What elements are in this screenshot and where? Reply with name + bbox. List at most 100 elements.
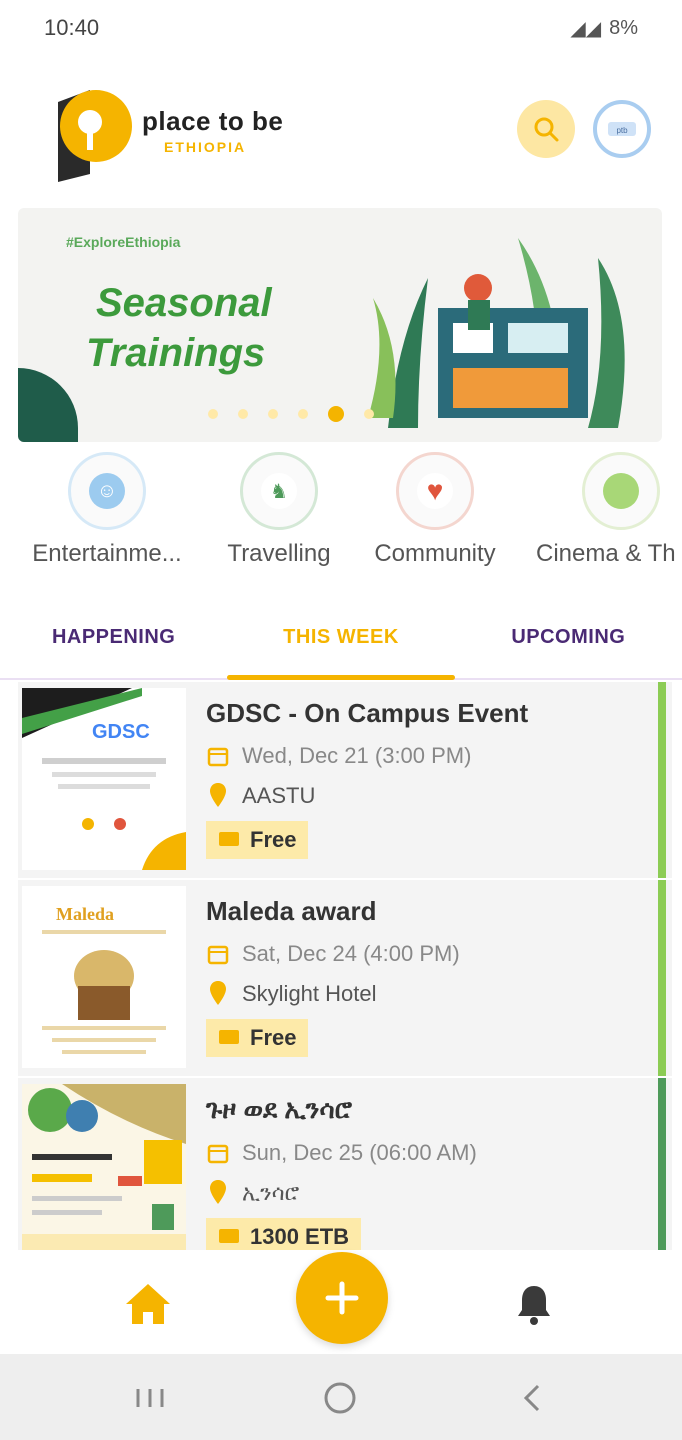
recent-apps-icon	[136, 1389, 164, 1407]
ticket-icon	[218, 827, 240, 853]
event-price: Free	[250, 827, 297, 852]
event-status-bar	[658, 1078, 666, 1250]
plus-icon	[325, 1281, 359, 1315]
event-list: GDSC GDSC - On Campus Event Wed, Dec 21 …	[18, 682, 672, 1250]
pagination-dot[interactable]	[364, 409, 374, 419]
event-title: Maleda award	[206, 896, 377, 926]
logo-title: place to be	[142, 106, 284, 136]
app-header: place to be ETHIOPIA ptb	[0, 70, 682, 190]
calendar-icon	[206, 1140, 230, 1166]
profile-avatar-button[interactable]: ptb	[593, 100, 651, 158]
tab-upcoming[interactable]: UPCOMING	[455, 596, 682, 678]
svg-text:Maleda: Maleda	[56, 904, 114, 924]
home-system-button[interactable]	[318, 1376, 362, 1420]
event-price-badge: Free	[206, 821, 309, 859]
bell-icon	[518, 1286, 550, 1325]
promo-banner[interactable]: #ExploreEthiopia Seasonal Trainings	[18, 208, 662, 442]
category-entertainment[interactable]: ☺ Entertainme...	[12, 452, 202, 568]
status-icons: ◢◢ 8%	[570, 16, 638, 41]
category-label: Cinema & Th	[536, 540, 676, 567]
event-details: ጉዞ ወደ ኢንሳሮ Sun, Dec 25 (06:00 AM) ኢንሳሮ 1…	[186, 1078, 672, 1250]
pagination-dot[interactable]	[238, 409, 248, 419]
event-card[interactable]: Maleda Maleda award Sat, Dec 24 (4:00 PM…	[18, 880, 672, 1076]
heart-icon: ♥	[417, 473, 453, 509]
banner-title-line1: Seasonal	[96, 281, 272, 325]
category-icon-circle: ♥	[396, 452, 474, 530]
app-screen: 10:40 ◢◢ 8% place to be ETHIOPIA ptb #Ex…	[0, 0, 682, 1440]
location-pin-icon	[206, 783, 230, 809]
event-details: GDSC - On Campus Event Wed, Dec 21 (3:00…	[186, 682, 672, 878]
category-community[interactable]: ♥ Community	[340, 452, 530, 568]
event-location-row: AASTU	[206, 783, 672, 809]
svg-text:ptb: ptb	[616, 126, 628, 135]
ticket-icon	[218, 1224, 240, 1250]
location-pin-icon	[206, 1180, 230, 1206]
calendar-icon	[206, 743, 230, 769]
calendar-icon	[206, 941, 230, 967]
nav-notifications-button[interactable]	[508, 1278, 560, 1330]
event-date-row: Sat, Dec 24 (4:00 PM)	[206, 941, 672, 967]
tab-happening[interactable]: HAPPENING	[0, 596, 227, 678]
event-date-row: Sun, Dec 25 (06:00 AM)	[206, 1140, 672, 1166]
home-circle-icon	[324, 1382, 356, 1414]
event-status-bar	[658, 880, 666, 1076]
add-event-button[interactable]	[296, 1252, 388, 1344]
event-price-badge: 1300 ETB	[206, 1218, 362, 1250]
event-card[interactable]: GDSC GDSC - On Campus Event Wed, Dec 21 …	[18, 682, 672, 878]
event-poster-image: Maleda	[42, 904, 166, 1054]
banner-illustration	[368, 238, 625, 428]
event-location: AASTU	[242, 783, 316, 808]
status-bar: 10:40 ◢◢ 8%	[0, 0, 682, 56]
pagination-dot[interactable]	[268, 409, 278, 419]
pagination-dot[interactable]	[298, 409, 308, 419]
signal-icon: ◢◢	[570, 17, 602, 40]
category-label: Entertainme...	[32, 540, 182, 567]
event-date: Sat, Dec 24 (4:00 PM)	[242, 941, 460, 966]
banner-hashtag: #ExploreEthiopia	[66, 234, 181, 250]
category-icon-circle	[582, 452, 660, 530]
search-button[interactable]	[517, 100, 575, 158]
banner-title: Seasonal Trainings	[86, 278, 272, 378]
category-list: ☺ Entertainme... ♞ Travelling ♥ Communit…	[0, 452, 682, 572]
pagination-dot[interactable]	[208, 409, 218, 419]
pagination-dot-active[interactable]	[328, 406, 344, 422]
recent-apps-button[interactable]	[128, 1376, 172, 1420]
status-time: 10:40	[44, 15, 100, 40]
event-date: Sun, Dec 25 (06:00 AM)	[242, 1140, 477, 1165]
logo-icon	[58, 90, 132, 182]
film-icon	[603, 473, 639, 509]
event-date: Wed, Dec 21 (3:00 PM)	[242, 743, 472, 768]
bottom-navigation	[0, 1250, 682, 1354]
home-icon	[126, 1284, 170, 1324]
tab-this-week[interactable]: THIS WEEK	[227, 596, 455, 680]
event-location: Skylight Hotel	[242, 981, 377, 1006]
event-status-bar	[658, 682, 666, 878]
event-price: Free	[250, 1025, 297, 1050]
event-card[interactable]: ጉዞ ወደ ኢንሳሮ Sun, Dec 25 (06:00 AM) ኢንሳሮ 1…	[18, 1078, 672, 1250]
banner-title-line2: Trainings	[86, 331, 266, 375]
logo-text: place to be ETHIOPIA	[142, 106, 283, 155]
smile-icon: ☺	[89, 473, 125, 509]
hiker-icon: ♞	[261, 473, 297, 509]
svg-text:GDSC: GDSC	[92, 721, 150, 743]
banner-leaf-decoration	[18, 368, 78, 442]
event-tabs: HAPPENING THIS WEEK UPCOMING	[0, 596, 682, 680]
event-price-badge: Free	[206, 1019, 309, 1057]
event-poster-image: GDSC	[22, 688, 186, 870]
category-cinema[interactable]: Cinema & Th	[526, 452, 682, 568]
back-chevron-icon	[523, 1384, 540, 1412]
banner-pagination	[208, 406, 374, 422]
event-price: 1300 ETB	[250, 1224, 350, 1249]
event-location: ኢንሳሮ	[242, 1180, 300, 1205]
nav-home-button[interactable]	[122, 1278, 174, 1330]
category-icon-circle: ☺	[68, 452, 146, 530]
event-poster: GDSC	[22, 688, 186, 870]
logo-subtitle: ETHIOPIA	[164, 139, 247, 155]
event-location-row: ኢንሳሮ	[206, 1180, 672, 1206]
category-icon-circle: ♞	[240, 452, 318, 530]
event-poster	[22, 1084, 186, 1250]
event-location-row: Skylight Hotel	[206, 981, 672, 1007]
event-details: Maleda award Sat, Dec 24 (4:00 PM) Skyli…	[186, 880, 672, 1076]
battery-level: 8%	[609, 16, 638, 39]
back-button[interactable]	[510, 1376, 554, 1420]
